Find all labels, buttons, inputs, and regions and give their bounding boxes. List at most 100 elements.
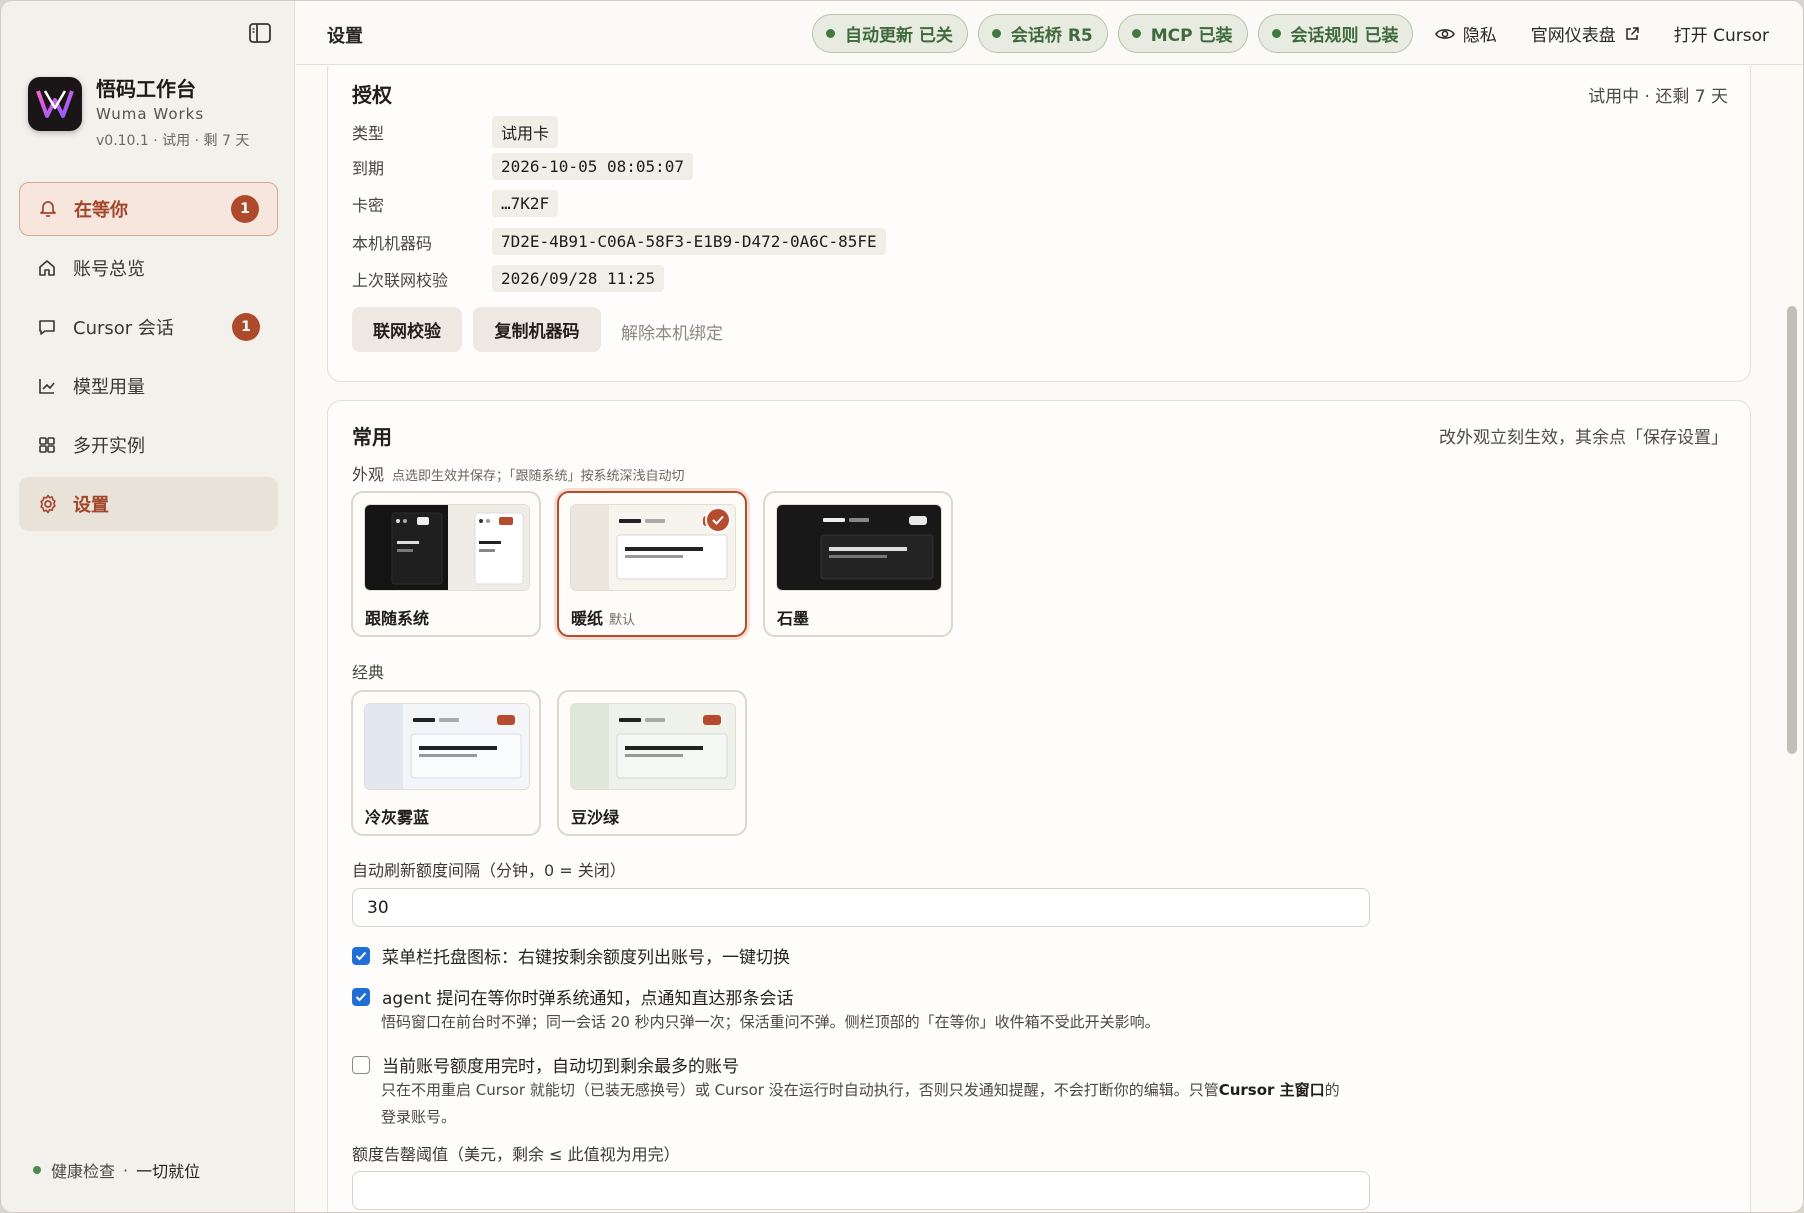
license-expiry-row: 到期 2026-10-05 08:05:07 [352,153,694,180]
sidebar-nav: 在等你 1 账号总览 Cursor 会话 1 模型用量 多开实例 设置 [19,182,278,536]
appearance-label: 外观 点选即生效并保存；「跟随系统」按系统深浅自动切 [352,461,685,485]
theme-name: 跟随系统 [365,605,429,629]
agent-notify-option[interactable]: agent 提问在等你时弹系统通知，点通知直达那条会话 [352,984,794,1009]
grid-icon [37,434,59,456]
status-dot [1131,29,1141,38]
bell-icon [38,198,60,220]
theme-follow-system[interactable]: 跟随系统 [351,491,541,637]
pill-label: MCP 已装 [1150,26,1233,46]
app-logo [28,77,82,131]
kv-key: 类型 [352,124,385,143]
scrollbar-thumb[interactable] [1787,306,1797,754]
app-version: v0.10.1 · 试用 · 剩 7 天 [96,133,250,149]
tray-icon-checkbox[interactable] [352,946,370,965]
machine-code-row: 本机机器码 7D2E-4B91-C06A-58F3-E1B9-D472-0A6C… [352,228,886,255]
kv-key: 上次联网校验 [352,270,449,290]
status-pill-auto-update[interactable]: 自动更新 已关 [812,14,968,53]
option-label: 菜单栏托盘图标：右键按剩余额度列出账号，一键切换 [382,948,790,968]
general-note: 改外观立刻生效，其余点「保存设置」 [1439,428,1728,448]
gear-icon [37,493,59,515]
last-verify-row: 上次联网校验 2026/09/28 11:25 [352,265,665,292]
health-label: 健康检查 [51,1162,116,1181]
auto-switch-checkbox[interactable] [352,1055,370,1074]
general-title: 常用 [352,425,392,449]
threshold-label: 额度告罄阈值（美元，剩余 ≤ 此值视为用完） [352,1145,680,1164]
license-key-value: …7K2F [492,190,559,217]
license-title: 授权 [352,83,392,107]
theme-cool-gray-blue[interactable]: 冷灰雾蓝 [351,690,541,836]
health-separator: · [123,1160,129,1180]
theme-preview [364,504,530,591]
license-expiry-value: 2026-10-05 08:05:07 [492,153,694,180]
theme-preview [570,703,736,790]
theme-bean-green[interactable]: 豆沙绿 [557,690,747,836]
appearance-hint: 点选即生效并保存；「跟随系统」按系统深浅自动切 [392,469,685,484]
theme-name: 冷灰雾蓝 [365,804,429,828]
refresh-interval-label: 自动刷新额度间隔（分钟，0 = 关闭） [352,861,626,880]
license-type-row: 类型 试用卡 [352,116,559,148]
license-key-row: 卡密 …7K2F [352,190,559,217]
auto-switch-option[interactable]: 当前账号额度用完时，自动切到剩余最多的账号 [352,1052,739,1077]
status-dot [1271,29,1281,38]
session-count-badge: 1 [232,313,260,341]
refresh-interval-input[interactable]: 30 [352,888,1370,927]
unbind-machine-button[interactable]: 解除本机绑定 [621,319,723,344]
status-pill-session-bridge[interactable]: 会话桥 R5 [977,14,1108,53]
status-pill-session-rules[interactable]: 会话规则 已装 [1257,14,1414,53]
auto-switch-help: 只在不用重启 Cursor 就能切（已装无感换号）或 Cursor 没在运行时自… [381,1077,1341,1131]
top-actions: 隐私 官网仪表盘 打开 Cursor [1401,21,1769,46]
option-label: agent 提问在等你时弹系统通知，点通知直达那条会话 [382,989,794,1009]
theme-name-text: 暖纸 [571,609,604,628]
chart-icon [37,375,59,397]
machine-code-value: 7D2E-4B91-C06A-58F3-E1B9-D472-0A6C-85FE [492,228,886,255]
app-name: 悟码工作台 [96,77,196,101]
open-cursor-button[interactable]: 打开 Cursor [1674,21,1769,46]
status-dot [826,29,835,38]
health-status-text: 一切就位 [136,1162,201,1181]
theme-preview [776,504,942,591]
help-emphasis: Cursor 主窗口 [1218,1081,1325,1099]
sidebar-item-label: 账号总览 [73,259,145,280]
health-check-status[interactable]: 健康检查 · 一切就位 [33,1158,200,1182]
page-title: 设置 [327,26,363,47]
kv-key: 卡密 [352,195,385,215]
privacy-button[interactable]: 隐私 [1434,21,1497,46]
sidebar-item-instances[interactable]: 多开实例 [19,418,278,472]
threshold-input[interactable] [352,1171,1370,1210]
sidebar-item-waiting[interactable]: 在等你 1 [19,182,278,236]
agent-notify-help: 悟码窗口在前台时不弹；同一会话 20 秒内只弹一次；保活重问不弹。侧栏顶部的「在… [381,1013,1160,1031]
theme-warm-paper[interactable]: 暖纸 默认 [557,491,747,637]
status-pill-mcp[interactable]: MCP 已装 [1117,14,1248,53]
theme-preview [364,703,530,790]
agent-notify-checkbox[interactable] [352,987,370,1006]
copy-machine-code-button[interactable]: 复制机器码 [473,307,601,352]
theme-graphite[interactable]: 石墨 [763,491,953,637]
sidebar-toggle-icon[interactable] [249,23,273,45]
kv-key: 到期 [352,158,385,178]
option-label: 当前账号额度用完时，自动切到剩余最多的账号 [382,1057,739,1077]
license-status: 试用中 · 还剩 7 天 [1588,87,1728,107]
status-pills: 自动更新 已关 会话桥 R5 MCP 已装 会话规则 已装 [812,14,1423,53]
sidebar-item-model-usage[interactable]: 模型用量 [19,359,278,413]
sidebar-item-settings[interactable]: 设置 [19,477,278,531]
sidebar-item-label: 模型用量 [73,377,145,398]
default-tag: 默认 [609,613,636,628]
verify-online-button[interactable]: 联网校验 [352,307,462,352]
eye-icon [1434,28,1455,39]
tray-icon-option[interactable]: 菜单栏托盘图标：右键按剩余额度列出账号，一键切换 [352,943,790,968]
appearance-label-text: 外观 [352,465,385,484]
dashboard-label: 官网仪表盘 [1530,26,1616,46]
open-cursor-label: 打开 Cursor [1673,26,1769,46]
topbar: 设置 自动更新 已关 会话桥 R5 MCP 已装 会话规则 已装 隐私 官网仪表… [296,1,1803,65]
theme-name-text: 冷灰雾蓝 [365,808,430,827]
waiting-count-badge: 1 [231,195,259,223]
sidebar-item-accounts[interactable]: 账号总览 [19,241,278,295]
status-dot [991,29,1001,38]
dashboard-link[interactable]: 官网仪表盘 [1531,21,1640,46]
theme-name-text: 跟随系统 [365,609,430,628]
help-text: 只在不用重启 Cursor 就能切（已装无感换号）或 Cursor 没在运行时自… [381,1081,1219,1099]
kv-key: 本机机器码 [352,233,433,253]
privacy-label: 隐私 [1462,26,1497,46]
sidebar-item-cursor-sessions[interactable]: Cursor 会话 1 [19,300,278,354]
sidebar-item-label: Cursor 会话 [73,318,174,339]
